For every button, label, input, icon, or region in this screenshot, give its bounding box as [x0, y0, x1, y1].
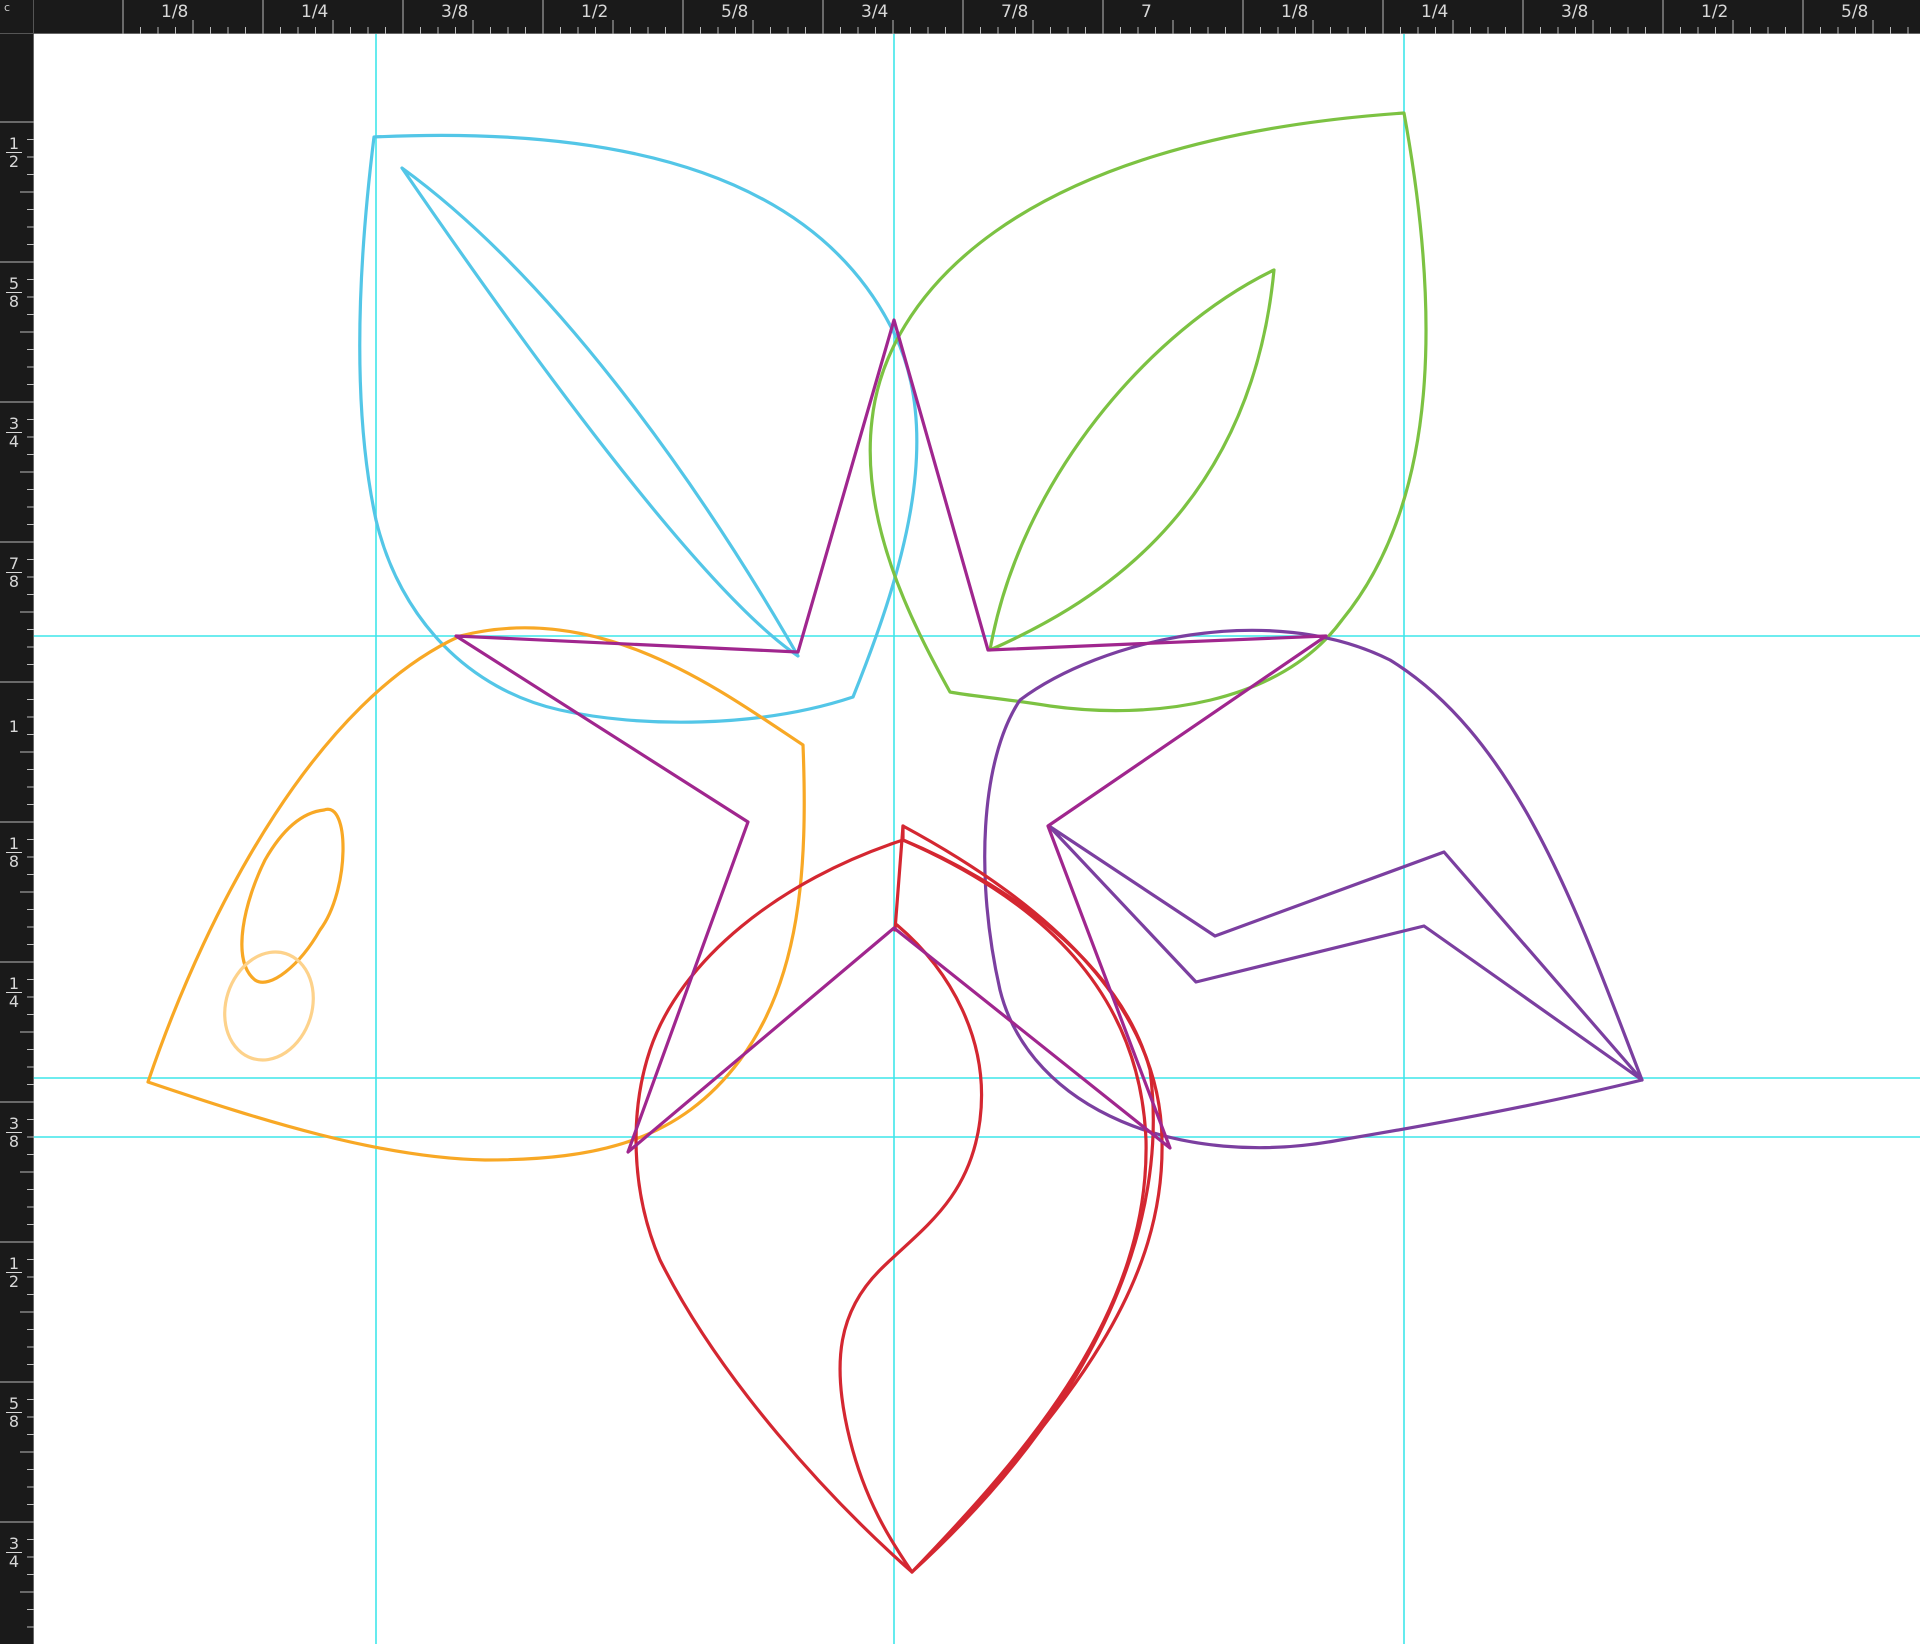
ruler-left-label: 38	[6, 1115, 22, 1150]
ruler-top-label: 7	[1141, 2, 1152, 22]
ruler-origin-icon: c	[4, 1, 11, 14]
ruler-top-label: 1/4	[1421, 2, 1449, 22]
guide-lines	[34, 34, 1920, 1644]
blue-petal-outline[interactable]	[358, 133, 919, 724]
red-s-curve[interactable]	[838, 923, 984, 1574]
purple-petal-outline[interactable]	[983, 628, 1644, 1150]
green-leaf-vein[interactable]	[988, 268, 1276, 652]
blue-leaf-vein[interactable]	[400, 166, 800, 658]
ruler-top-label: 1/8	[1281, 2, 1309, 22]
light-orange-ellipse[interactable]	[211, 940, 327, 1071]
ruler-left-label: 34	[6, 1535, 22, 1570]
ruler-top-label: 1/8	[161, 2, 189, 22]
ruler-left-label: 58	[6, 275, 22, 310]
flower-artwork[interactable]	[34, 34, 1920, 1644]
ruler-left-label: 78	[6, 555, 22, 590]
ruler-top-label: 1/4	[301, 2, 329, 22]
ruler-left-label: 14	[6, 975, 22, 1010]
ruler-top-label: 3/8	[441, 2, 469, 22]
design-app-window: c 1/8 1/4 3/8 1/2 5/8 3/4 7/8 7 1/8 1/4 …	[0, 0, 1920, 1644]
ruler-left-label: 12	[6, 1255, 22, 1290]
horizontal-ruler[interactable]: 1/8 1/4 3/8 1/2 5/8 3/4 7/8 7 1/8 1/4 3/…	[34, 0, 1920, 34]
ruler-left-label: 12	[6, 135, 22, 170]
ruler-top-label: 5/8	[1841, 2, 1869, 22]
vertical-ruler[interactable]: 12 58 34 78 1 18 14 38 12 58 34	[0, 34, 34, 1644]
ruler-top-label: 1/2	[581, 2, 609, 22]
ruler-left-label: 1	[8, 717, 20, 736]
star-outline[interactable]	[454, 318, 1328, 1154]
green-petal-outline[interactable]	[868, 111, 1428, 713]
ruler-left-label: 34	[6, 415, 22, 450]
artboard-canvas[interactable]	[34, 34, 1920, 1644]
ruler-top-label: 5/8	[721, 2, 749, 22]
ruler-left-label: 58	[6, 1395, 22, 1430]
orange-petal-outline[interactable]	[146, 626, 806, 1162]
ruler-top-label: 3/4	[861, 2, 889, 22]
red-petal-offset-outline[interactable]	[901, 824, 1164, 1574]
ruler-left-label: 18	[6, 835, 22, 870]
ruler-origin-corner[interactable]: c	[0, 0, 34, 34]
ruler-top-label: 7/8	[1001, 2, 1029, 22]
ruler-top-label: 3/8	[1561, 2, 1589, 22]
ruler-top-label: 1/2	[1701, 2, 1729, 22]
